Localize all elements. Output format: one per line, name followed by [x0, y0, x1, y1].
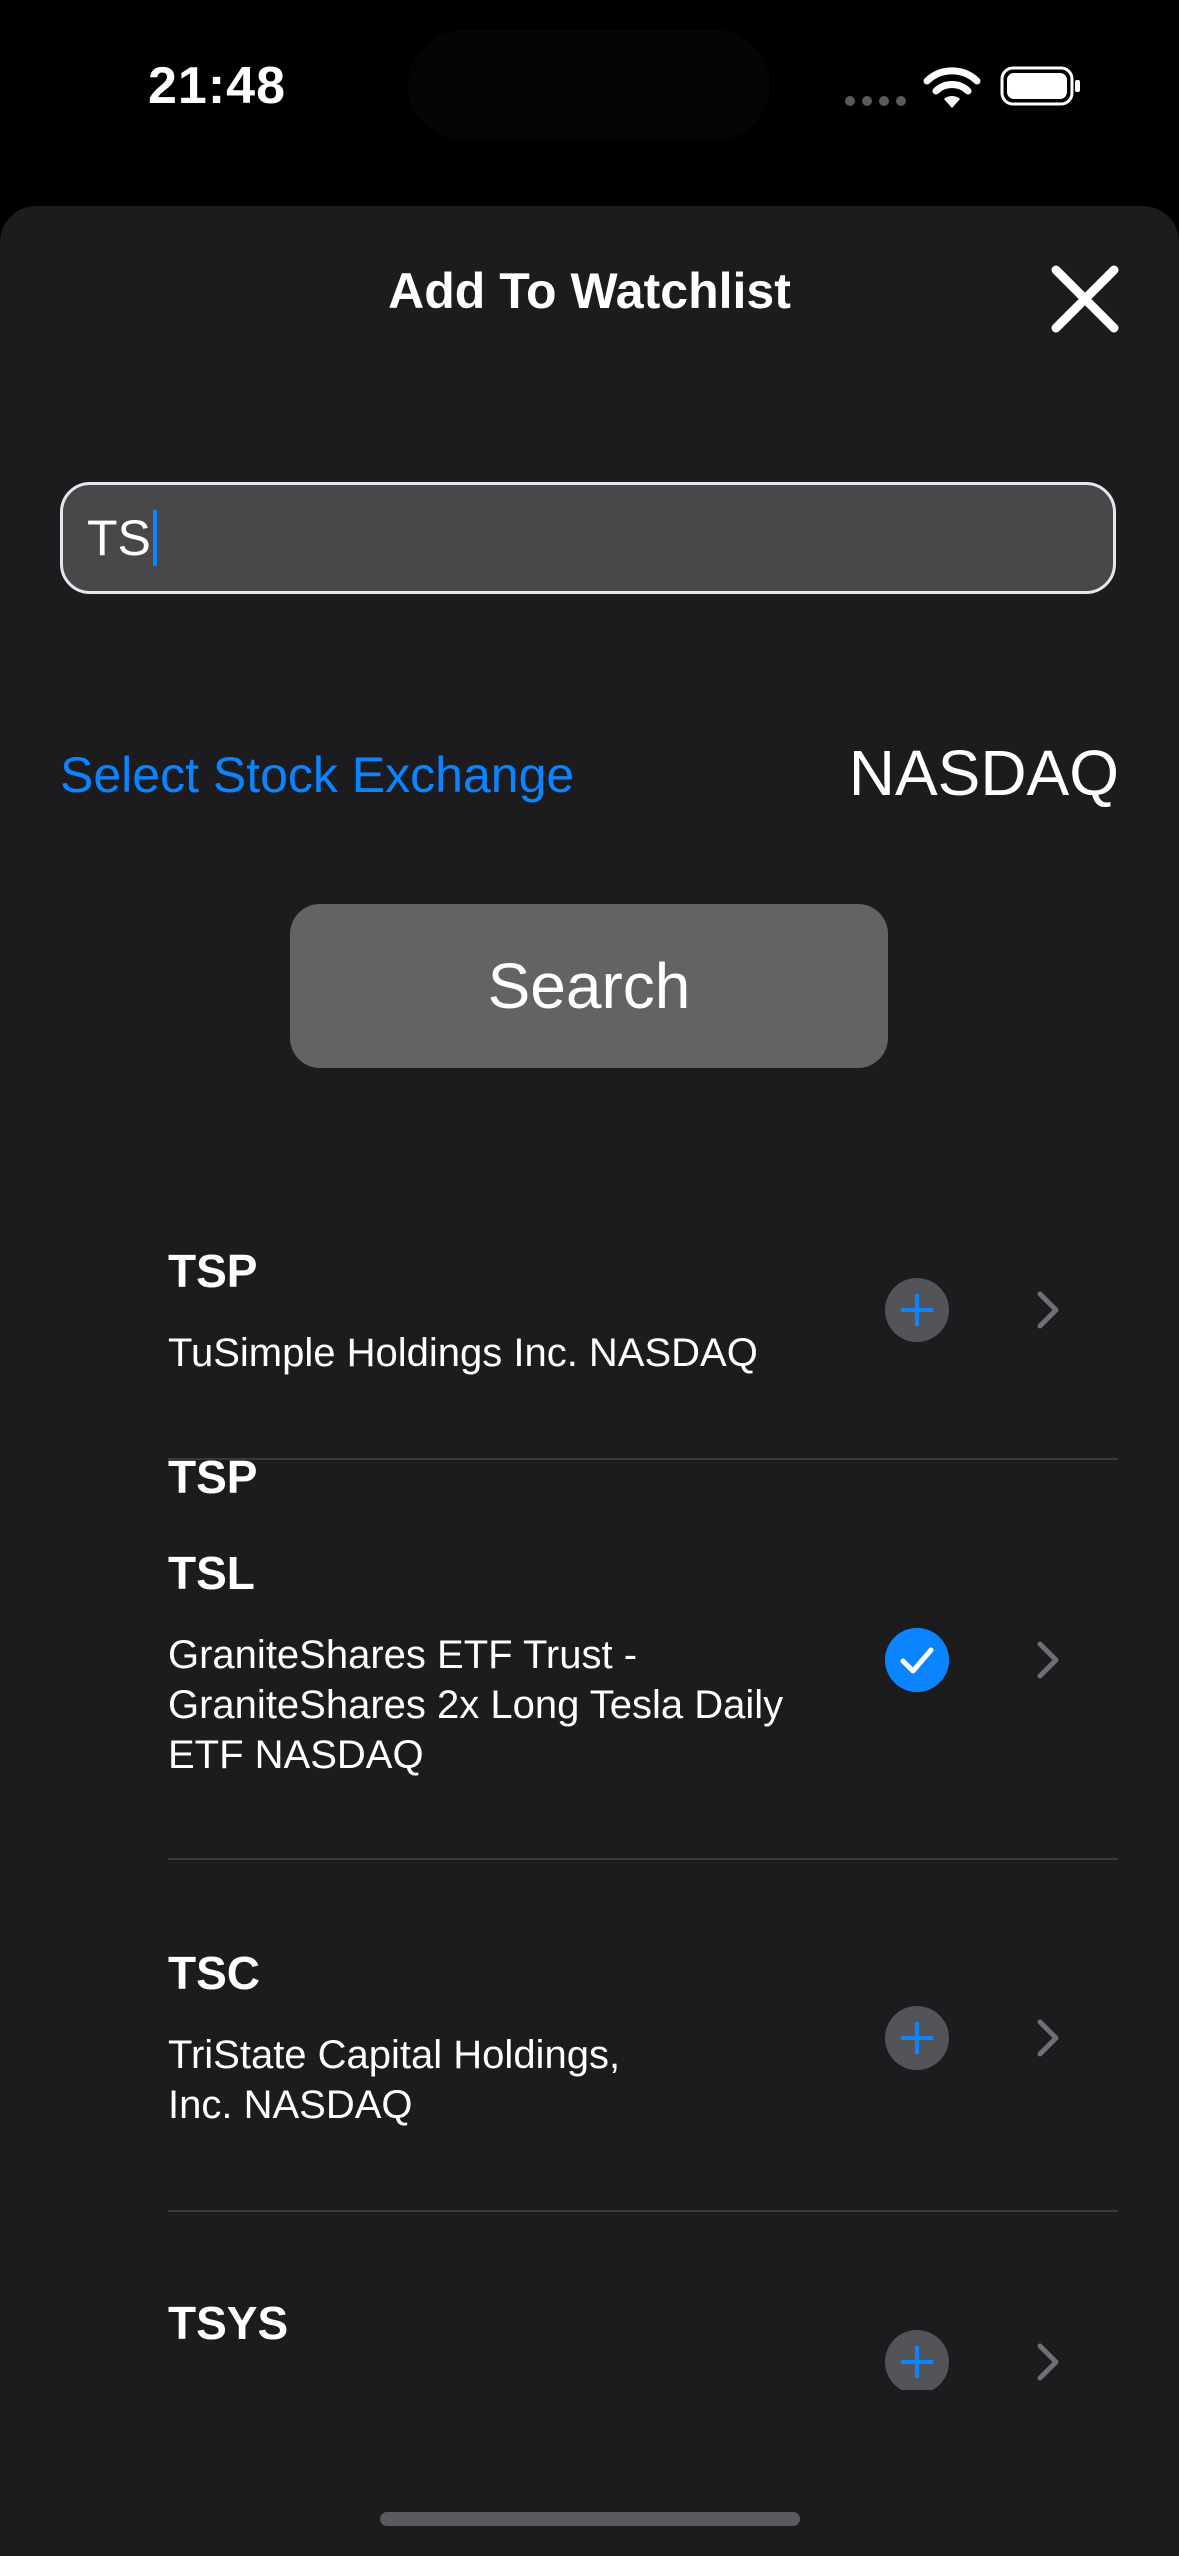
selected-exchange: NASDAQ [848, 737, 1119, 809]
select-exchange-link[interactable]: Select Stock Exchange [60, 746, 574, 804]
chevron-right-icon[interactable] [1034, 2016, 1062, 2060]
cellular-signal-icon [845, 96, 907, 106]
add-to-watchlist-button[interactable] [885, 2006, 949, 2070]
sheet-title: Add To Watchlist [388, 263, 791, 319]
dynamic-island [408, 30, 770, 140]
battery-icon [1000, 66, 1080, 106]
add-to-watchlist-button[interactable] [885, 2330, 949, 2394]
result-ticker: TSP [168, 1245, 258, 1297]
status-time: 21:48 [148, 57, 286, 115]
close-icon[interactable] [1040, 254, 1130, 344]
chevron-right-icon[interactable] [1034, 1288, 1062, 1332]
home-indicator [380, 2512, 800, 2526]
result-company-name: TuSimple Holdings Inc. NASDAQ [168, 1331, 758, 1375]
bottom-clip [0, 2390, 1179, 2556]
add-to-watchlist-button[interactable] [885, 1278, 949, 1342]
search-button[interactable]: Search [290, 904, 888, 1068]
result-company-name: TriState Capital Holdings, Inc. NASDAQ [168, 2033, 621, 2127]
search-input-value: TS [87, 510, 151, 566]
chevron-right-icon[interactable] [1034, 2340, 1062, 2384]
result-company-name: GraniteShares ETF Trust - GraniteShares … [168, 1633, 784, 1777]
row-divider [168, 1458, 1118, 1460]
ticker-search-input[interactable]: TS [60, 482, 1116, 594]
text-caret [152, 510, 157, 566]
result-ticker: TSL [168, 1547, 255, 1599]
result-ticker: TSYS [168, 2297, 289, 2349]
added-checkmark-icon[interactable] [885, 1628, 949, 1692]
chevron-right-icon[interactable] [1034, 1638, 1062, 1682]
add-to-watchlist-sheet: Add To Watchlist TS Select Stock Exchang… [0, 206, 1179, 2556]
wifi-icon [923, 67, 981, 108]
status-bar: 21:48 [0, 0, 1179, 200]
result-ticker: TSC [168, 1947, 260, 1999]
row-divider [168, 1858, 1118, 1860]
row-divider [168, 2210, 1118, 2212]
